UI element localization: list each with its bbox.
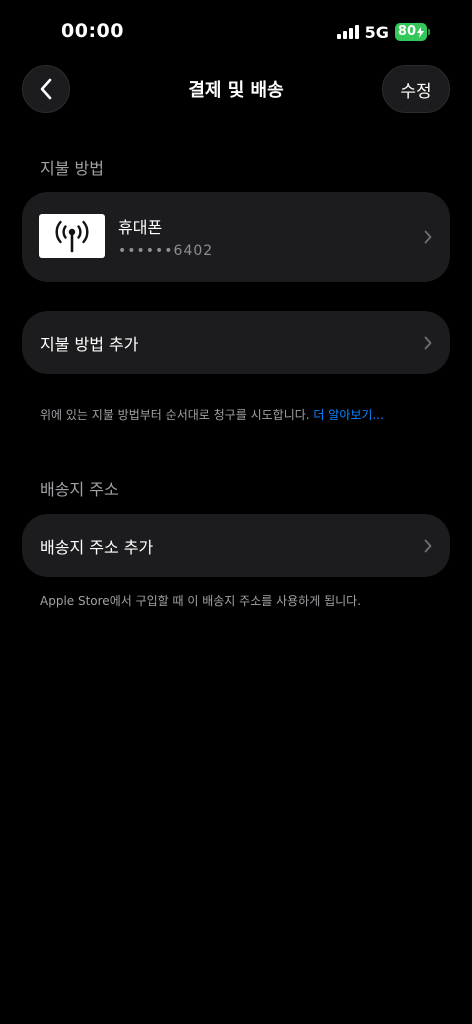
network-type: 5G bbox=[364, 22, 389, 42]
payment-footnote: 위에 있는 지불 방법부터 순서대로 청구를 시도합니다. 더 알아보기... bbox=[40, 406, 384, 423]
shipping-footnote: Apple Store에서 구입할 때 이 배송지 주소를 사용하게 됩니다. bbox=[40, 594, 362, 608]
payment-method-number: ••••••6402 bbox=[118, 243, 214, 259]
cellular-signal-icon bbox=[336, 25, 359, 39]
charging-bolt-icon bbox=[417, 26, 424, 38]
mobile-payment-thumbnail bbox=[39, 214, 105, 258]
add-payment-method-label: 지불 방법 추가 bbox=[40, 334, 139, 354]
status-time: 00:00 bbox=[61, 20, 124, 42]
learn-more-link[interactable]: 더 알아보기... bbox=[313, 408, 383, 422]
chevron-right-icon bbox=[424, 539, 432, 552]
payment-method-row[interactable]: 휴대폰 ••••••6402 bbox=[22, 192, 450, 282]
payment-section-header: 지불 방법 bbox=[40, 159, 104, 178]
battery-level: 80 bbox=[397, 24, 416, 39]
payment-footnote-text: 위에 있는 지불 방법부터 순서대로 청구를 시도합니다. bbox=[40, 408, 310, 422]
antenna-icon bbox=[55, 220, 89, 253]
battery-icon: 80 bbox=[394, 23, 430, 41]
edit-button[interactable]: 수정 bbox=[382, 65, 450, 113]
status-indicators: 5G 80 bbox=[336, 22, 430, 42]
add-shipping-address-row[interactable]: 배송지 주소 추가 bbox=[22, 514, 450, 577]
chevron-right-icon bbox=[424, 336, 432, 349]
chevron-right-icon bbox=[424, 230, 432, 244]
add-shipping-address-label: 배송지 주소 추가 bbox=[40, 537, 154, 557]
shipping-section-header: 배송지 주소 bbox=[40, 480, 119, 499]
payment-method-name: 휴대폰 bbox=[118, 218, 163, 237]
add-payment-method-row[interactable]: 지불 방법 추가 bbox=[22, 311, 450, 374]
